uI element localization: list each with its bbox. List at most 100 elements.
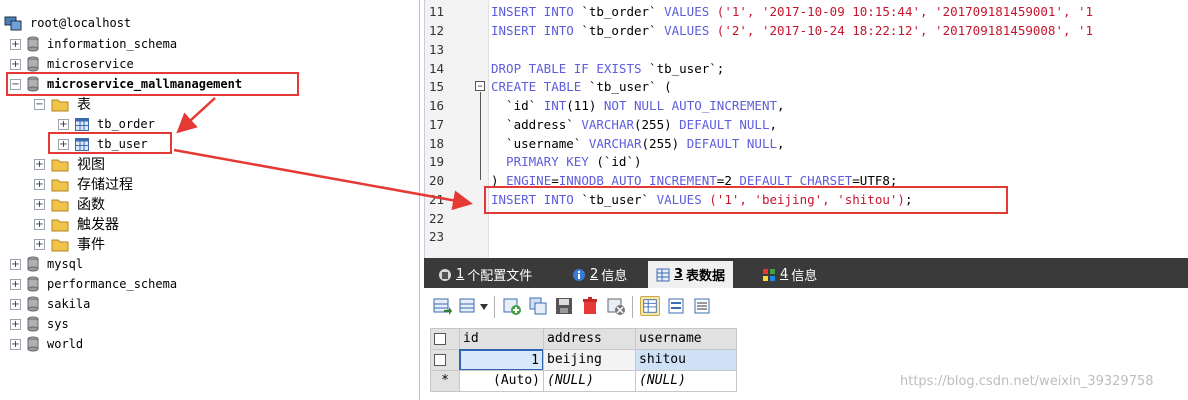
tab-messages[interactable]: 2 信息 [564,261,635,288]
code-line[interactable]: INSERT INTO `tb_order` VALUES ('1', '201… [491,4,1093,19]
tab-label: 个配置文件 [467,269,533,284]
tree-db-sys[interactable]: + sys [10,314,69,334]
folder-icon [51,199,69,211]
sql-editor[interactable]: 11 12 13 14 15 16 17 18 19 20 21 22 23 −… [424,0,1188,258]
annotation-box-database [6,72,299,96]
expand-icon[interactable]: + [10,38,21,50]
code-line[interactable]: `address` VARCHAR(255) DEFAULT NULL, [491,117,777,132]
row-selector[interactable] [430,349,460,371]
cell-id-new[interactable]: (Auto) [459,370,544,392]
profile-icon [439,268,451,281]
tree-table-tb-order[interactable]: + tb_order [58,114,155,134]
tab-info[interactable]: 4 信息 [754,261,825,288]
expand-icon[interactable]: + [34,218,45,230]
code-line[interactable]: DROP TABLE IF EXISTS `tb_user`; [491,61,724,76]
code-line[interactable]: `id` INT(11) NOT NULL AUTO_INCREMENT, [491,98,784,113]
chevron-down-icon[interactable] [480,304,488,310]
folder-icon [51,159,69,171]
folder-label: 视图 [77,157,105,173]
tree-db-microservice[interactable]: + microservice [10,54,134,74]
object-browser: root@localhost + information_schema + mi… [0,0,420,400]
column-header-id[interactable]: id [459,328,544,350]
cell-username[interactable]: shitou [635,349,737,371]
expand-icon[interactable]: + [34,178,45,190]
tree-folder-triggers[interactable]: + 触发器 [34,214,119,234]
add-row-icon[interactable] [502,296,522,316]
folder-icon [51,219,69,231]
code-line[interactable]: `username` VARCHAR(255) DEFAULT NULL, [491,136,784,151]
tree-folder-views[interactable]: + 视图 [34,154,105,174]
line-number: 15 [429,79,445,94]
database-icon [27,56,39,72]
db-label: performance_schema [47,277,178,291]
line-number: 17 [429,117,445,132]
delete-row-icon[interactable] [580,296,600,316]
tree-db-sakila[interactable]: + sakila [10,294,90,314]
expand-icon[interactable]: + [10,58,21,70]
cell-id[interactable]: 1 [459,349,544,371]
export-grid-icon[interactable] [432,296,452,316]
db-label: world [47,337,84,351]
tree-db-world[interactable]: + world [10,334,83,354]
line-number: 23 [429,229,445,244]
cancel-changes-icon[interactable] [606,296,626,316]
info-blocks-icon [763,268,775,281]
folder-icon [51,99,69,111]
tree-folder-events[interactable]: + 事件 [34,234,105,254]
duplicate-row-icon[interactable] [528,296,548,316]
expand-icon[interactable]: + [10,258,21,270]
cell-username-new[interactable]: (NULL) [635,370,737,392]
expand-icon[interactable]: + [10,278,21,290]
line-number: 16 [429,98,445,113]
tree-db-information-schema[interactable]: + information_schema [10,34,177,54]
expand-icon[interactable]: + [34,198,45,210]
tab-profile[interactable]: 1 个配置文件 [430,261,540,288]
tree-folder-tables[interactable]: − 表 [34,94,91,114]
cell-address[interactable]: beijing [543,349,636,371]
tab-label: 信息 [791,269,818,284]
db-label: sakila [47,297,91,311]
database-icon [27,276,39,292]
tree-db-performance-schema[interactable]: + performance_schema [10,274,177,294]
tab-table-data[interactable]: 3 表数据 [648,261,734,288]
fold-toggle-icon[interactable]: − [475,81,485,91]
row-selector-header[interactable] [430,328,460,350]
line-number: 14 [429,61,445,76]
expand-icon[interactable]: + [10,318,21,330]
expand-icon[interactable]: + [34,238,45,250]
toolbar-separator [494,296,495,318]
code-line[interactable]: CREATE TABLE `tb_user` ( [491,79,672,94]
folder-label: 事件 [77,237,105,253]
db-label: information_schema [47,37,178,51]
tab-label: 表数据 [686,269,726,284]
expand-icon[interactable]: + [10,298,21,310]
database-icon [27,336,39,352]
expand-icon[interactable]: + [10,338,21,350]
row-checkbox[interactable] [434,353,446,366]
text-view-icon[interactable] [692,296,712,316]
code-line[interactable]: INSERT INTO `tb_order` VALUES ('2', '201… [491,23,1093,38]
grid-view-icon[interactable] [640,296,660,316]
collapse-icon[interactable]: − [34,98,45,110]
grid-toolbar [424,288,1188,328]
tab-number: 2 [590,267,599,282]
tree-folder-functions[interactable]: + 函数 [34,194,105,214]
import-grid-icon[interactable] [458,296,478,316]
column-header-username[interactable]: username [635,328,737,350]
tree-db-mysql[interactable]: + mysql [10,254,83,274]
cell-address-new[interactable]: (NULL) [543,370,636,392]
expand-icon[interactable]: + [34,158,45,170]
form-view-icon[interactable] [666,296,686,316]
database-icon [27,316,39,332]
tab-number: 4 [780,267,789,282]
root-label: root@localhost [30,16,132,30]
save-icon[interactable] [554,296,574,316]
code-line[interactable]: PRIMARY KEY (`id`) [491,154,641,169]
expand-icon[interactable]: + [58,118,69,130]
column-header-address[interactable]: address [543,328,636,350]
table-data-icon [656,268,670,281]
table-icon [75,117,89,131]
tree-root[interactable]: root@localhost [4,13,131,33]
select-all-checkbox[interactable] [434,332,446,345]
tree-folder-procedures[interactable]: + 存储过程 [34,174,133,194]
